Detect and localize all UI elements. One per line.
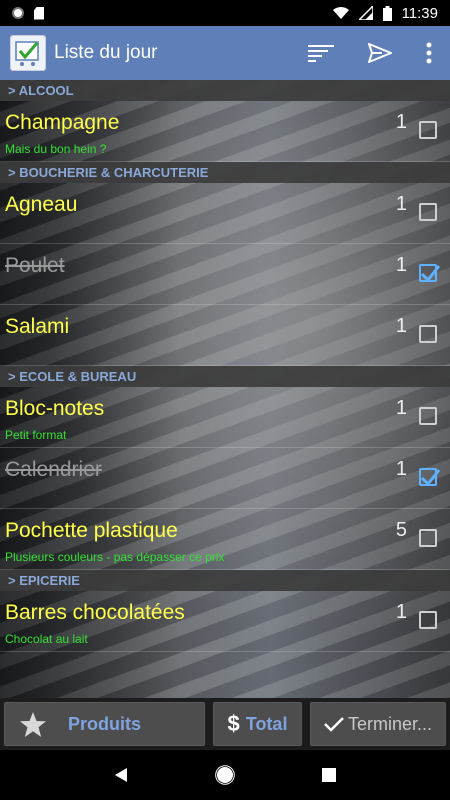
list-item[interactable]: Salami 1 xyxy=(0,305,450,366)
item-quantity: 5 xyxy=(395,519,407,541)
products-button[interactable]: Produits xyxy=(4,702,205,746)
check-icon xyxy=(420,265,441,283)
item-checkbox[interactable] xyxy=(419,407,437,425)
sd-card-icon xyxy=(34,6,44,20)
more-vert-icon[interactable] xyxy=(426,42,432,64)
item-checkbox[interactable] xyxy=(419,529,437,547)
item-name: Poulet xyxy=(5,254,65,277)
item-name: Bloc-notes xyxy=(5,397,105,420)
bottom-action-bar: Produits $ Total Terminer... xyxy=(0,698,450,750)
item-name: Champagne xyxy=(5,111,120,134)
item-checkbox[interactable] xyxy=(419,203,437,221)
category-header[interactable]: > ECOLE & BUREAU xyxy=(0,366,450,387)
total-button[interactable]: $ Total xyxy=(213,702,302,746)
back-icon[interactable] xyxy=(114,767,128,783)
item-name: Barres chocolatées xyxy=(5,601,185,624)
item-name: Pochette plastique xyxy=(5,519,178,542)
finish-label: Terminer... xyxy=(347,713,433,734)
category-header[interactable]: > EPICERIE xyxy=(0,570,450,591)
list-item[interactable]: Barres chocolatées Chocolat au lait 1 xyxy=(0,591,450,652)
total-label: Total xyxy=(245,713,288,734)
item-note: Petit format xyxy=(5,428,67,442)
list-item[interactable]: Poulet 1 xyxy=(0,244,450,305)
category-header[interactable]: > BOUCHERIE & CHARCUTERIE xyxy=(0,162,450,183)
list-item[interactable]: Champagne Mais du bon hein ? 1 xyxy=(0,101,450,162)
item-name: Salami xyxy=(5,315,70,338)
check-icon xyxy=(324,717,344,732)
item-checkbox[interactable] xyxy=(419,611,437,629)
star-icon xyxy=(20,712,46,737)
signal-icon xyxy=(358,6,373,20)
page-title: Liste du jour xyxy=(54,42,158,63)
cart-check-icon xyxy=(15,41,39,66)
dollar-icon: $ xyxy=(227,711,240,736)
item-note: Plusieurs couleurs - pas dépasser ce pri… xyxy=(5,550,225,564)
products-label: Produits xyxy=(67,713,141,734)
item-checkbox[interactable] xyxy=(419,264,441,283)
check-icon xyxy=(420,469,441,487)
item-name: Agneau xyxy=(5,193,78,216)
shopping-list[interactable]: > ALCOOL Champagne Mais du bon hein ? 1 … xyxy=(0,80,450,698)
notification-icon xyxy=(12,7,24,19)
list-item[interactable]: Agneau 1 xyxy=(0,183,450,244)
app-bar: Liste du jour xyxy=(0,26,450,80)
item-quantity: 1 xyxy=(395,193,407,215)
item-checkbox[interactable] xyxy=(419,325,437,343)
recents-icon[interactable] xyxy=(322,768,337,782)
wifi-icon xyxy=(332,6,349,20)
battery-icon xyxy=(382,5,392,21)
system-nav-bar xyxy=(0,750,450,800)
item-quantity: 1 xyxy=(395,315,407,337)
list-item[interactable]: Calendrier 1 xyxy=(0,448,450,509)
clock: 11:39 xyxy=(401,4,438,22)
app-logo xyxy=(10,35,46,71)
send-icon[interactable] xyxy=(368,43,392,63)
list-item[interactable]: Pochette plastique Plusieurs couleurs - … xyxy=(0,509,450,570)
status-bar: 11:39 xyxy=(0,0,450,26)
item-quantity: 1 xyxy=(395,601,407,623)
item-quantity: 1 xyxy=(395,111,407,133)
item-quantity: 1 xyxy=(395,458,407,480)
item-quantity: 1 xyxy=(395,397,407,419)
item-checkbox[interactable] xyxy=(419,468,441,487)
sort-icon[interactable] xyxy=(308,44,334,62)
finish-button[interactable]: Terminer... xyxy=(310,702,446,746)
item-note: Mais du bon hein ? xyxy=(5,142,107,156)
home-icon[interactable] xyxy=(215,765,235,785)
item-quantity: 1 xyxy=(395,254,407,276)
item-note: Chocolat au lait xyxy=(5,632,88,646)
list-item[interactable]: Bloc-notes Petit format 1 xyxy=(0,387,450,448)
item-name: Calendrier xyxy=(5,458,102,481)
item-checkbox[interactable] xyxy=(419,121,437,139)
category-header[interactable]: > ALCOOL xyxy=(0,80,450,101)
